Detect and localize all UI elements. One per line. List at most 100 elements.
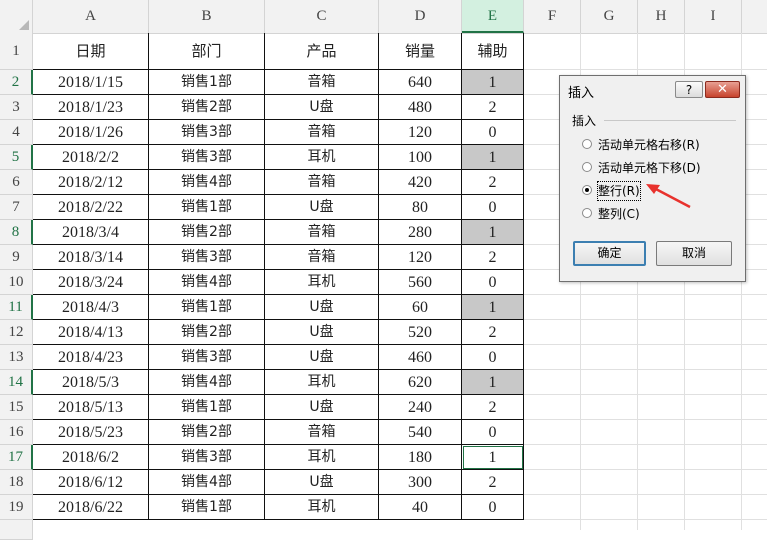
cell-date[interactable]: 2018/2/12 bbox=[33, 170, 149, 195]
cell-aux[interactable]: 1 bbox=[462, 445, 524, 470]
row-header-4[interactable]: 4 bbox=[0, 120, 33, 145]
cell-aux[interactable]: 0 bbox=[462, 495, 524, 520]
cell-qty[interactable]: 60 bbox=[379, 295, 462, 320]
cell-aux[interactable]: 2 bbox=[462, 320, 524, 345]
cell-dept[interactable]: 销售2部 bbox=[149, 420, 265, 445]
row-header-20[interactable] bbox=[0, 520, 33, 540]
ok-button[interactable]: 确定 bbox=[573, 241, 646, 266]
cell-aux[interactable]: 1 bbox=[462, 145, 524, 170]
column-header-g[interactable]: G bbox=[581, 0, 638, 33]
cell-date[interactable]: 2018/5/13 bbox=[33, 395, 149, 420]
cell-date[interactable]: 2018/5/23 bbox=[33, 420, 149, 445]
cell-date[interactable]: 2018/4/23 bbox=[33, 345, 149, 370]
radio-shift-right[interactable] bbox=[582, 139, 592, 149]
cell-date[interactable]: 2018/5/3 bbox=[33, 370, 149, 395]
cell-dept[interactable]: 销售3部 bbox=[149, 445, 265, 470]
cell-date[interactable]: 2018/3/14 bbox=[33, 245, 149, 270]
cell-dept[interactable]: 销售1部 bbox=[149, 495, 265, 520]
row-header-14[interactable]: 14 bbox=[0, 370, 33, 395]
header-cell-dept[interactable]: 部门 bbox=[149, 33, 265, 70]
cell-aux[interactable]: 1 bbox=[462, 220, 524, 245]
radio-entire-row[interactable] bbox=[582, 185, 592, 195]
cell-aux[interactable]: 0 bbox=[462, 345, 524, 370]
row-header-11[interactable]: 11 bbox=[0, 295, 33, 320]
column-header-h[interactable]: H bbox=[638, 0, 685, 33]
cell-date[interactable]: 2018/1/15 bbox=[33, 70, 149, 95]
cell-aux[interactable]: 2 bbox=[462, 395, 524, 420]
cell-qty[interactable]: 80 bbox=[379, 195, 462, 220]
cell-date[interactable]: 2018/6/22 bbox=[33, 495, 149, 520]
column-header-a[interactable]: A bbox=[33, 0, 149, 33]
cell-product[interactable]: 音箱 bbox=[265, 170, 379, 195]
cell-date[interactable]: 2018/2/22 bbox=[33, 195, 149, 220]
cell-qty[interactable]: 40 bbox=[379, 495, 462, 520]
cell-product[interactable]: 耳机 bbox=[265, 270, 379, 295]
cell-dept[interactable]: 销售3部 bbox=[149, 145, 265, 170]
cell-qty[interactable]: 620 bbox=[379, 370, 462, 395]
cell-dept[interactable]: 销售2部 bbox=[149, 95, 265, 120]
cell-dept[interactable]: 销售3部 bbox=[149, 345, 265, 370]
cell-qty[interactable]: 120 bbox=[379, 120, 462, 145]
cell-qty[interactable]: 120 bbox=[379, 245, 462, 270]
row-header-2[interactable]: 2 bbox=[0, 70, 33, 95]
cell-product[interactable]: U盘 bbox=[265, 295, 379, 320]
cell-date[interactable]: 2018/3/24 bbox=[33, 270, 149, 295]
cell-date[interactable]: 2018/6/12 bbox=[33, 470, 149, 495]
cell-aux[interactable]: 0 bbox=[462, 270, 524, 295]
cell-qty[interactable]: 280 bbox=[379, 220, 462, 245]
cell-dept[interactable]: 销售1部 bbox=[149, 395, 265, 420]
column-header-f[interactable]: F bbox=[524, 0, 581, 33]
cancel-button[interactable]: 取消 bbox=[656, 241, 732, 266]
cell-date[interactable]: 2018/2/2 bbox=[33, 145, 149, 170]
cell-qty[interactable]: 480 bbox=[379, 95, 462, 120]
row-header-1[interactable]: 1 bbox=[0, 33, 33, 70]
cell-dept[interactable]: 销售4部 bbox=[149, 370, 265, 395]
row-header-15[interactable]: 15 bbox=[0, 395, 33, 420]
row-header-9[interactable]: 9 bbox=[0, 245, 33, 270]
cell-product[interactable]: 音箱 bbox=[265, 245, 379, 270]
cell-qty[interactable]: 560 bbox=[379, 270, 462, 295]
cell-product[interactable]: 耳机 bbox=[265, 370, 379, 395]
cell-qty[interactable]: 540 bbox=[379, 420, 462, 445]
cell-qty[interactable]: 460 bbox=[379, 345, 462, 370]
header-cell-aux[interactable]: 辅助 bbox=[462, 33, 524, 70]
row-header-19[interactable]: 19 bbox=[0, 495, 33, 520]
cell-qty[interactable]: 640 bbox=[379, 70, 462, 95]
cell-dept[interactable]: 销售1部 bbox=[149, 295, 265, 320]
cell-aux[interactable]: 0 bbox=[462, 420, 524, 445]
cell-product[interactable]: U盘 bbox=[265, 95, 379, 120]
cell-qty[interactable]: 520 bbox=[379, 320, 462, 345]
cell-product[interactable]: 耳机 bbox=[265, 495, 379, 520]
column-header-c[interactable]: C bbox=[265, 0, 379, 33]
row-header-17[interactable]: 17 bbox=[0, 445, 33, 470]
cell-aux[interactable]: 1 bbox=[462, 370, 524, 395]
cell-aux[interactable]: 2 bbox=[462, 170, 524, 195]
header-cell-product[interactable]: 产品 bbox=[265, 33, 379, 70]
close-button[interactable]: ✕ bbox=[705, 81, 740, 98]
row-header-6[interactable]: 6 bbox=[0, 170, 33, 195]
row-header-10[interactable]: 10 bbox=[0, 270, 33, 295]
cell-dept[interactable]: 销售1部 bbox=[149, 70, 265, 95]
row-header-3[interactable]: 3 bbox=[0, 95, 33, 120]
cell-product[interactable]: U盘 bbox=[265, 320, 379, 345]
cell-aux[interactable]: 2 bbox=[462, 470, 524, 495]
select-all-corner[interactable] bbox=[0, 0, 33, 33]
cell-aux[interactable]: 1 bbox=[462, 70, 524, 95]
cell-aux[interactable]: 0 bbox=[462, 195, 524, 220]
cell-product[interactable]: U盘 bbox=[265, 345, 379, 370]
cell-dept[interactable]: 销售1部 bbox=[149, 195, 265, 220]
cell-date[interactable]: 2018/3/4 bbox=[33, 220, 149, 245]
column-header-e[interactable]: E bbox=[462, 0, 524, 33]
cell-product[interactable]: U盘 bbox=[265, 470, 379, 495]
cell-aux[interactable]: 2 bbox=[462, 95, 524, 120]
cell-date[interactable]: 2018/4/3 bbox=[33, 295, 149, 320]
cell-date[interactable]: 2018/1/26 bbox=[33, 120, 149, 145]
cell-dept[interactable]: 销售3部 bbox=[149, 120, 265, 145]
row-header-12[interactable]: 12 bbox=[0, 320, 33, 345]
row-header-7[interactable]: 7 bbox=[0, 195, 33, 220]
cell-aux[interactable]: 2 bbox=[462, 245, 524, 270]
cell-qty[interactable]: 180 bbox=[379, 445, 462, 470]
cell-date[interactable]: 2018/4/13 bbox=[33, 320, 149, 345]
help-button[interactable]: ? bbox=[675, 81, 703, 98]
radio-entire-column[interactable] bbox=[582, 208, 592, 218]
